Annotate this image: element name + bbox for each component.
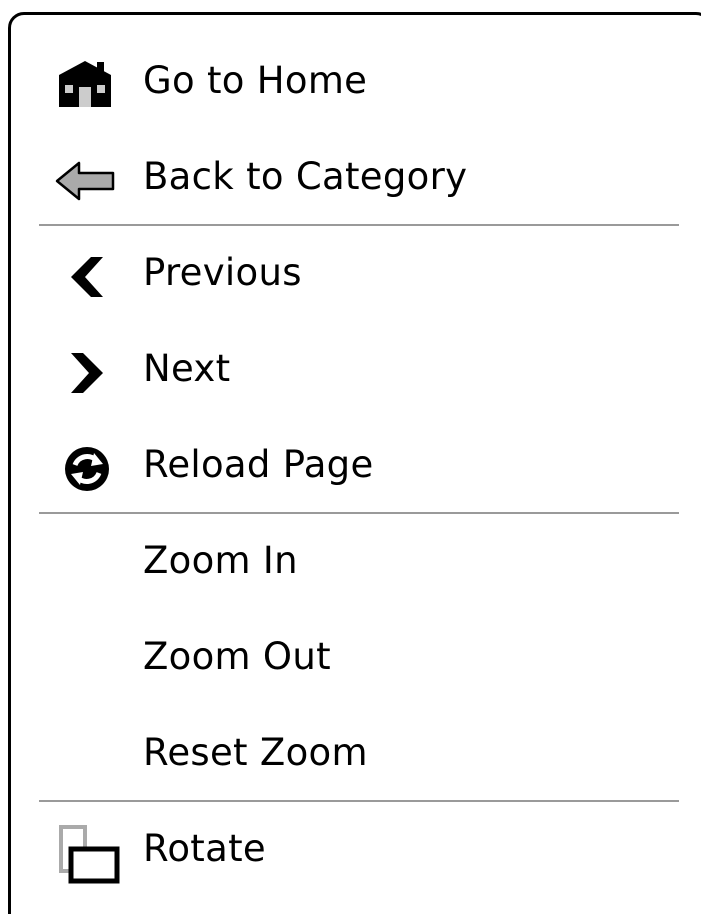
menu-item-label: Zoom Out — [143, 635, 331, 678]
menu-item-label: Back to Category — [143, 155, 468, 198]
menu-item-label: Reset Zoom — [143, 731, 368, 774]
menu-item-next[interactable]: Next — [11, 321, 701, 417]
menu-item-go-to-home[interactable]: Go to Home — [11, 33, 701, 129]
menu-item-previous[interactable]: Previous — [11, 225, 701, 321]
menu-item-label: Zoom In — [143, 539, 298, 582]
menu-item-rotate[interactable]: Rotate — [11, 801, 701, 897]
menu-item-label: Next — [143, 347, 231, 390]
menu-item-label: Go to Home — [143, 59, 368, 102]
menu-item-back-to-category[interactable]: Back to Category — [11, 129, 701, 225]
home-icon — [51, 59, 123, 111]
menu-item-label: Rotate — [143, 827, 266, 870]
menu-item-zoom-in[interactable]: Zoom In — [11, 513, 701, 609]
menu-item-zoom-out[interactable]: Zoom Out — [11, 609, 701, 705]
menu-item-label: Previous — [143, 251, 302, 294]
menu-item-reload-page[interactable]: Reload Page — [11, 417, 701, 513]
context-menu: Go to Home Back to Category Previous Nex… — [8, 12, 701, 914]
chevron-right-icon — [51, 347, 123, 399]
rotate-icon — [51, 823, 123, 887]
menu-item-reset-zoom[interactable]: Reset Zoom — [11, 705, 701, 801]
back-arrow-icon — [51, 155, 123, 207]
menu-item-label: Reload Page — [143, 443, 374, 486]
reload-icon — [51, 443, 123, 495]
chevron-left-icon — [51, 251, 123, 303]
